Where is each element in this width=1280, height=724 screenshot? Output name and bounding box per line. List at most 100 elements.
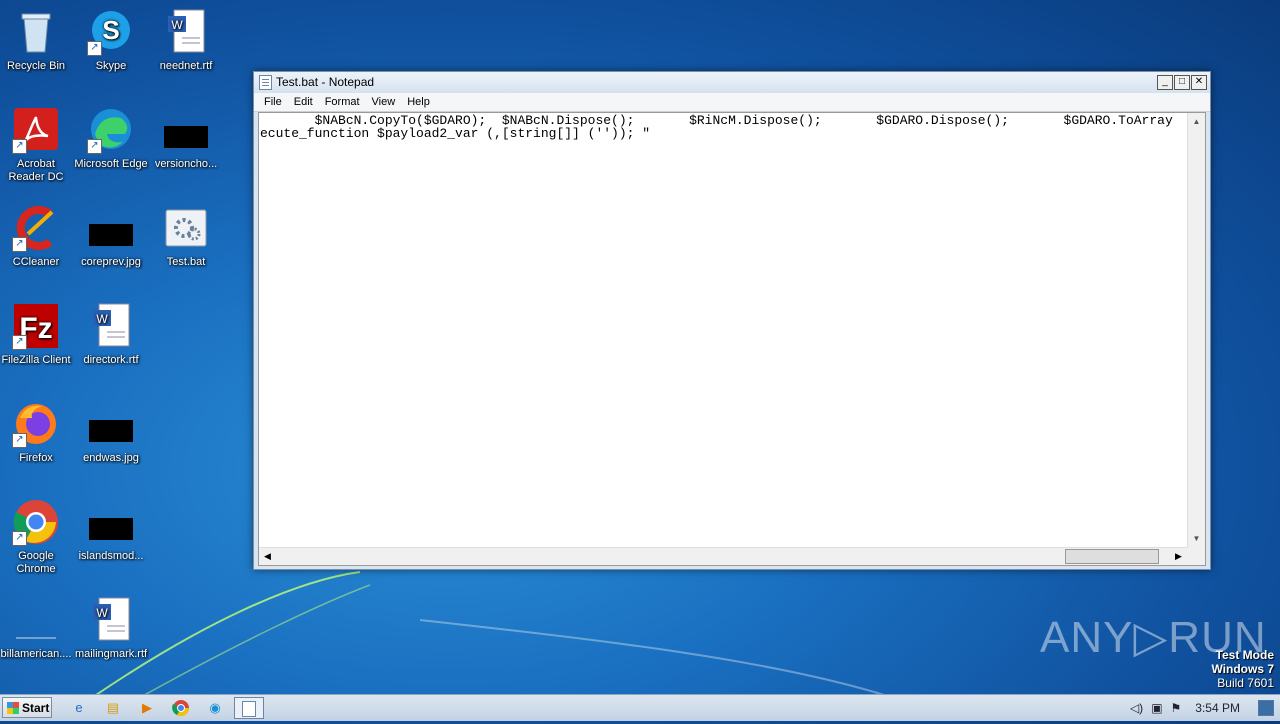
skype-icon: S ↗ — [87, 8, 135, 56]
desktop-icon-skype[interactable]: S ↗ Skype — [73, 8, 149, 73]
desktop-icon-recycle-bin[interactable]: Recycle Bin — [0, 8, 74, 73]
scroll-up-icon[interactable]: ▲ — [1188, 113, 1205, 130]
show-desktop-icon[interactable] — [1258, 700, 1274, 716]
maximize-button[interactable]: □ — [1174, 75, 1190, 90]
menu-file[interactable]: File — [258, 96, 288, 108]
desktop-icon-label: billamerican.... — [0, 648, 72, 660]
editor-line: ecute_function $payload2_var (,[string[]… — [260, 126, 651, 141]
black-image-icon — [87, 498, 135, 546]
notepad-taskbar-button[interactable] — [234, 697, 264, 719]
filezilla-icon: Fz ↗ — [12, 302, 60, 350]
minimize-button[interactable]: _ — [1157, 75, 1173, 90]
vertical-scrollbar[interactable]: ▲ ▼ — [1187, 113, 1205, 547]
desktop-icon-label: islandsmod... — [78, 550, 144, 562]
desktop-icon-label: versioncho... — [154, 158, 218, 170]
acrobat-icon: ↗ — [12, 106, 60, 154]
black-image-icon — [87, 204, 135, 252]
blank-file-icon — [12, 596, 60, 644]
desktop-icon-filezilla[interactable]: Fz ↗ FileZilla Client — [0, 302, 74, 367]
desktop-icon-versioncho[interactable]: versioncho... — [148, 106, 224, 171]
desktop-icon-label: directork.rtf — [83, 354, 139, 366]
word-document-icon: W — [87, 596, 135, 644]
window-title: Test.bat - Notepad — [276, 75, 375, 89]
edge-icon: ↗ — [87, 106, 135, 154]
desktop-icon-directork[interactable]: W directork.rtf — [73, 302, 149, 367]
menu-bar: File Edit Format View Help — [254, 93, 1210, 112]
desktop-icon-label: Firefox — [19, 452, 53, 464]
window-titlebar[interactable]: Test.bat - Notepad _ □ ✕ — [254, 72, 1210, 93]
desktop-icon-label: neednet.rtf — [159, 60, 213, 72]
desktop-icon-endwas[interactable]: endwas.jpg — [73, 400, 149, 465]
test-mode-line: Test Mode — [1215, 648, 1274, 662]
menu-view[interactable]: View — [366, 96, 402, 108]
menu-edit[interactable]: Edit — [288, 96, 319, 108]
batch-file-icon — [162, 204, 210, 252]
build-line: Build 7601 — [1217, 676, 1274, 690]
action-center-flag-icon[interactable]: ⚑ — [1171, 701, 1182, 715]
desktop-icon-acrobat[interactable]: ↗ Acrobat Reader DC — [0, 106, 74, 184]
desktop-icon-label: CCleaner — [12, 256, 60, 268]
notepad-window[interactable]: Test.bat - Notepad _ □ ✕ File Edit Forma… — [253, 71, 1211, 570]
desktop-icon-label: Skype — [95, 60, 127, 72]
recycle-bin-icon — [12, 8, 60, 56]
desktop-icon-label: Recycle Bin — [6, 60, 66, 72]
windows-flag-icon — [7, 702, 19, 714]
menu-format[interactable]: Format — [319, 96, 366, 108]
desktop-icon-chrome[interactable]: ↗ Google Chrome — [0, 498, 74, 576]
horizontal-scrollbar[interactable]: ◀ ▶ — [259, 547, 1187, 565]
media-player-icon[interactable]: ▶ — [134, 697, 160, 719]
close-button[interactable]: ✕ — [1191, 75, 1207, 90]
desktop-icon-edge[interactable]: ↗ Microsoft Edge — [73, 106, 149, 171]
chrome-icon: ↗ — [12, 498, 60, 546]
svg-text:W: W — [171, 18, 183, 32]
notepad-icon — [242, 701, 256, 717]
black-image-icon — [87, 400, 135, 448]
desktop-icon-mailingmark[interactable]: W mailingmark.rtf — [73, 596, 149, 661]
svg-text:W: W — [96, 606, 108, 620]
firefox-icon: ↗ — [12, 400, 60, 448]
desktop-icon-test-bat[interactable]: Test.bat — [148, 204, 224, 269]
start-button[interactable]: Start — [2, 697, 52, 718]
desktop-icon-label: endwas.jpg — [83, 452, 139, 464]
file-explorer-icon[interactable]: ▤ — [100, 697, 126, 719]
scroll-right-icon[interactable]: ▶ — [1170, 548, 1187, 565]
chrome-icon[interactable] — [168, 697, 194, 719]
internet-explorer-icon[interactable]: e — [66, 697, 92, 719]
taskbar: Start e ▤ ▶ ◉ ◁) ▣ ⚑ 3:54 PM — [0, 694, 1280, 721]
desktop-icon-firefox[interactable]: ↗ Firefox — [0, 400, 74, 465]
notepad-icon — [259, 75, 272, 90]
svg-text:S: S — [102, 15, 119, 45]
resize-grip[interactable] — [1187, 547, 1205, 565]
scrollbar-thumb[interactable] — [1065, 549, 1159, 564]
windows-version-line: Windows 7 — [1211, 662, 1274, 676]
volume-icon[interactable]: ◁) — [1130, 701, 1143, 715]
word-document-icon: W — [87, 302, 135, 350]
word-document-icon: W — [162, 8, 210, 56]
desktop-icon-label: mailingmark.rtf — [74, 648, 148, 660]
network-icon[interactable]: ▣ — [1151, 701, 1162, 715]
scroll-left-icon[interactable]: ◀ — [259, 548, 276, 565]
desktop-icon-label: Acrobat Reader DC — [8, 158, 64, 183]
ccleaner-icon: ↗ — [12, 204, 60, 252]
menu-help[interactable]: Help — [401, 96, 436, 108]
text-editor[interactable]: $NABcN.CopyTo($GDARO); $NABcN.Dispose();… — [258, 112, 1206, 566]
desktop-icon-islandsmod[interactable]: islandsmod... — [73, 498, 149, 563]
desktop-icon-label: Google Chrome — [16, 550, 56, 575]
desktop-icon-label: Microsoft Edge — [74, 158, 148, 170]
desktop-icon-billamerican[interactable]: billamerican.... — [0, 596, 74, 661]
svg-text:W: W — [96, 312, 108, 326]
edge-icon[interactable]: ◉ — [202, 697, 228, 719]
desktop-icon-ccleaner[interactable]: ↗ CCleaner — [0, 204, 74, 269]
desktop-icon-coreprev[interactable]: coreprev.jpg — [73, 204, 149, 269]
desktop-icon-label: Test.bat — [166, 256, 206, 268]
black-image-icon — [162, 106, 210, 154]
editor-text[interactable]: $NABcN.CopyTo($GDARO); $NABcN.Dispose();… — [259, 113, 1187, 547]
desktop-icon-label: FileZilla Client — [1, 354, 71, 366]
start-label: Start — [22, 701, 50, 715]
scroll-down-icon[interactable]: ▼ — [1188, 530, 1205, 547]
desktop-icon-label: coreprev.jpg — [81, 256, 141, 268]
test-mode-notice: Test Mode Windows 7 Build 7601 — [1211, 648, 1274, 690]
clock[interactable]: 3:54 PM — [1195, 701, 1240, 715]
desktop-icon-neednet[interactable]: W neednet.rtf — [148, 8, 224, 73]
system-tray: ◁) ▣ ⚑ 3:54 PM — [1126, 695, 1280, 721]
